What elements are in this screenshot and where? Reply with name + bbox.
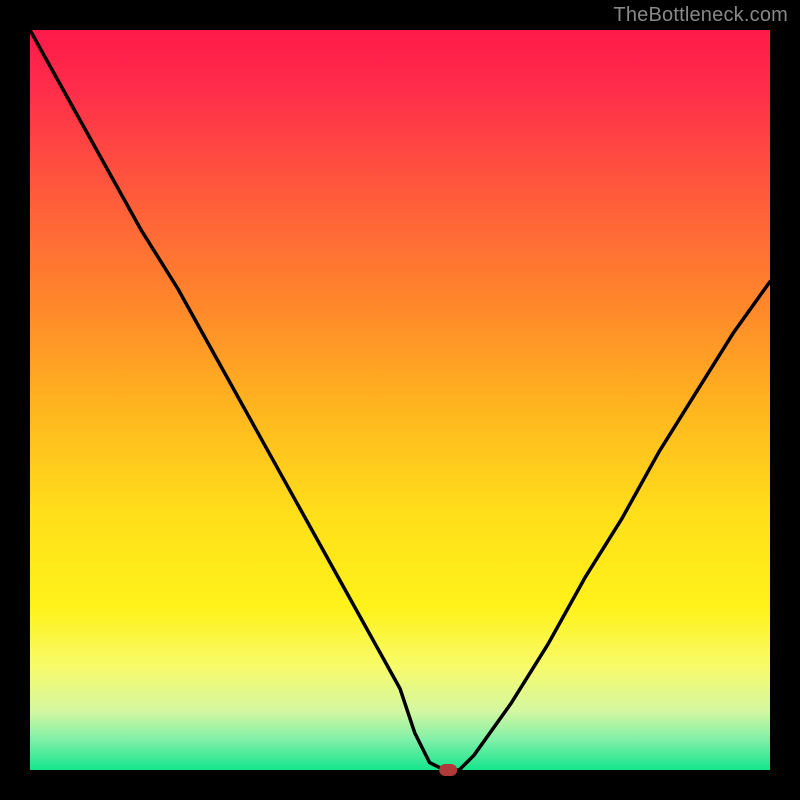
chart-frame: TheBottleneck.com	[0, 0, 800, 800]
plot-background	[30, 30, 770, 770]
watermark-text: TheBottleneck.com	[613, 4, 788, 27]
bottleneck-chart	[0, 0, 800, 800]
optimum-marker	[439, 764, 457, 776]
